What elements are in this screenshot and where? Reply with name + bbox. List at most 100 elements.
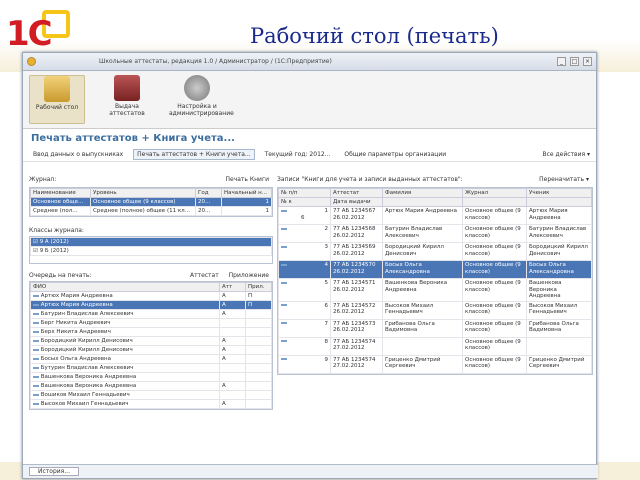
section-desktop[interactable]: Рабочий стол — [29, 75, 85, 124]
checkbox-icon[interactable]: ☑ — [33, 248, 38, 254]
row-marker-icon — [33, 303, 39, 306]
cell-text: 26.02.2012 — [333, 214, 365, 221]
cell: Артюх Мария Андреевна — [382, 206, 463, 225]
cell-text: А — [222, 338, 226, 344]
col-header[interactable]: Уровень — [90, 188, 196, 198]
cell: Бородицкий Кирилл Денисович — [382, 242, 463, 261]
queue-row[interactable]: Босых Ольга Андреевна А — [30, 354, 272, 364]
col-header[interactable]: Год — [195, 188, 222, 198]
queue-row[interactable]: Бутурин Владислав Алексеевич — [30, 363, 272, 373]
row-marker-icon — [33, 348, 39, 351]
print-attest-button[interactable]: Аттестат — [186, 270, 223, 281]
col-header[interactable]: № к — [278, 197, 331, 207]
col-header[interactable]: Наименование — [30, 188, 91, 198]
record-row[interactable]: 8 77 АБ 1234574 27.02.2012 Основное общее (… — [278, 336, 592, 356]
cell-text: 77 АБ 1234569 — [333, 244, 376, 250]
queue-row[interactable]: Артюх Мария Андреевна А П — [30, 291, 272, 301]
col-header[interactable]: ФИО — [30, 282, 220, 292]
year-button[interactable]: Текущий год: 2012... — [261, 149, 335, 160]
cell-text: А — [222, 383, 226, 389]
journal-bar: Журнал: Печать Книги — [29, 174, 273, 185]
cell: Бородицкий Кирилл Денисович — [30, 345, 220, 355]
record-row[interactable]: 4 77 АБ 1234570 26.02.2012 Босых Ольга Алек… — [278, 260, 592, 279]
cell-text: 77 АБ 1234571 — [333, 280, 376, 286]
cell-text: А — [222, 347, 226, 353]
record-row[interactable]: 6 77 АБ 1234572 26.02.2012 Высоков Михаил Г… — [278, 300, 592, 320]
input-data-button[interactable]: Ввод данных о выпускниках — [29, 149, 127, 160]
queue-row[interactable]: Берх Никита Андреевич — [30, 327, 272, 337]
cell: 77 АБ 1234569 26.02.2012 — [330, 242, 383, 261]
cell: Грибанова Ольга Вадимовна — [382, 318, 463, 338]
cell-text: Бутурин Владислав Алексеевич — [40, 365, 134, 371]
list-item[interactable]: ☑ 9 Б (2012) — [30, 246, 272, 256]
close-icon[interactable]: × — [583, 57, 592, 66]
cell-text: Артюх Мария Андреевна — [385, 208, 457, 214]
cell-text: Батурин Владислав Алексеевич — [40, 311, 134, 317]
cell: 8 — [278, 336, 331, 356]
print-appendix-button[interactable]: Приложение — [225, 270, 273, 281]
record-row[interactable]: 2 77 АБ 1234568 26.02.2012 Батурин Владисла… — [278, 224, 592, 243]
print-book-button[interactable]: Печать Книги — [222, 174, 274, 185]
org-params-button[interactable]: Общие параметры организации — [340, 149, 450, 160]
cell: 1 — [221, 197, 272, 207]
col-header[interactable]: Фамилия — [382, 188, 463, 198]
minimize-icon[interactable]: _ — [557, 57, 566, 66]
queue-row[interactable]: Бородицкий Кирилл Денисович А — [30, 345, 272, 355]
cell: А — [219, 309, 246, 319]
print-tab-button[interactable]: Печать аттестатов + Книги учета... — [133, 149, 255, 160]
col-header[interactable]: Дата выдачи — [330, 197, 383, 207]
record-row[interactable]: 1 6 77 АБ 1234567 26.02.2012 Артюх Мария Анд… — [278, 206, 592, 225]
maximize-icon[interactable]: □ — [570, 57, 579, 66]
queue-row[interactable]: Бородицкий Кирилл Денисович А — [30, 336, 272, 346]
cell: Босых Ольга Александровна — [382, 260, 463, 279]
cell: Вашенкова Вероника Андреевна — [30, 381, 220, 391]
app-window: Школьные аттестаты, редакция 1.0 / Админ… — [22, 52, 598, 479]
list-item[interactable]: ☑ 9 А (2012) — [30, 237, 272, 247]
cell: Основное общее (9 классов) — [462, 242, 527, 261]
queue-row[interactable]: Высоков Михаил Геннадьевич А — [30, 399, 272, 409]
cell-text: Гриценко Дмитрий Сергеевич — [385, 356, 441, 370]
rearrange-button[interactable]: Переначитать ▾ — [535, 174, 593, 185]
record-row[interactable]: 3 77 АБ 1234569 26.02.2012 Бородицкий Кирил… — [278, 242, 592, 261]
section-certificates[interactable]: Выдача аттестатов — [99, 75, 155, 124]
row-marker-icon — [281, 281, 287, 284]
queue-row[interactable]: Вошиков Михаил Геннадьевич — [30, 390, 272, 400]
cell: 1 — [221, 206, 272, 216]
all-actions-menu[interactable]: Все действия ▾ — [542, 151, 590, 158]
cell: Высоков Михаил Геннадьевич — [526, 300, 592, 320]
col-header[interactable]: № п/п — [278, 188, 331, 198]
col-header[interactable]: Аттестат — [330, 188, 383, 198]
cell: А — [219, 336, 246, 346]
cell: Высоков Михаил Геннадьевич — [30, 399, 220, 409]
cell: Основное общее (9 классов) — [462, 206, 527, 225]
cell-text: Основное общее (9 классов) — [465, 262, 521, 275]
cell-text: 26.02.2012 — [333, 286, 365, 293]
record-row[interactable]: 9 77 АБ 1234574 27.02.2012 Гриценко Дмитрий… — [278, 354, 592, 374]
queue-row[interactable]: Вашенкова Вероника Андреевна А — [30, 381, 272, 391]
record-row[interactable]: 5 77 АБ 1234571 26.02.2012 Вашенкова Верони… — [278, 278, 592, 302]
col-header[interactable]: Прил. — [245, 282, 272, 292]
queue-row[interactable]: Вашенкова Вероника Андреевна — [30, 372, 272, 382]
cell: 77 АБ 1234571 26.02.2012 — [330, 278, 383, 302]
queue-row[interactable]: Артюх Мария Андреевна А П — [30, 300, 272, 310]
cell-text: Грибанова Ольга Вадимовна — [385, 320, 435, 334]
queue-row[interactable]: Берг Никита Андреевич — [30, 318, 272, 328]
row-marker-icon — [281, 340, 287, 342]
col-header[interactable]: Ученик — [526, 188, 592, 198]
cell: 4 — [278, 260, 331, 279]
record-row[interactable]: 7 77 АБ 1234573 26.02.2012 Грибанова Ольга … — [278, 318, 592, 338]
cell: Артюх Мария Андреевна — [526, 206, 592, 225]
col-header[interactable]: Атт — [219, 282, 246, 292]
queue-bar: Очередь на печать: Аттестат Приложение — [29, 272, 273, 279]
journal-header: Наименование Уровень Год Начальный н... — [30, 188, 272, 198]
col-header[interactable]: Начальный н... — [221, 188, 272, 198]
table-row[interactable]: Среднее (пол... Среднее (полное) общее (1… — [30, 206, 272, 216]
queue-row[interactable]: Батурин Владислав Алексеевич А — [30, 309, 272, 319]
cell-text: 27.02.2012 — [333, 363, 365, 369]
history-button[interactable]: История... — [29, 467, 79, 476]
section-settings[interactable]: Настройка и администрирование — [169, 75, 234, 124]
table-row[interactable]: Основное обще... Основное общее (9 классо… — [30, 197, 272, 207]
checkbox-icon[interactable]: ☑ — [33, 239, 38, 245]
col-header[interactable]: Журнал — [462, 188, 527, 198]
cell: 7 — [278, 318, 331, 338]
